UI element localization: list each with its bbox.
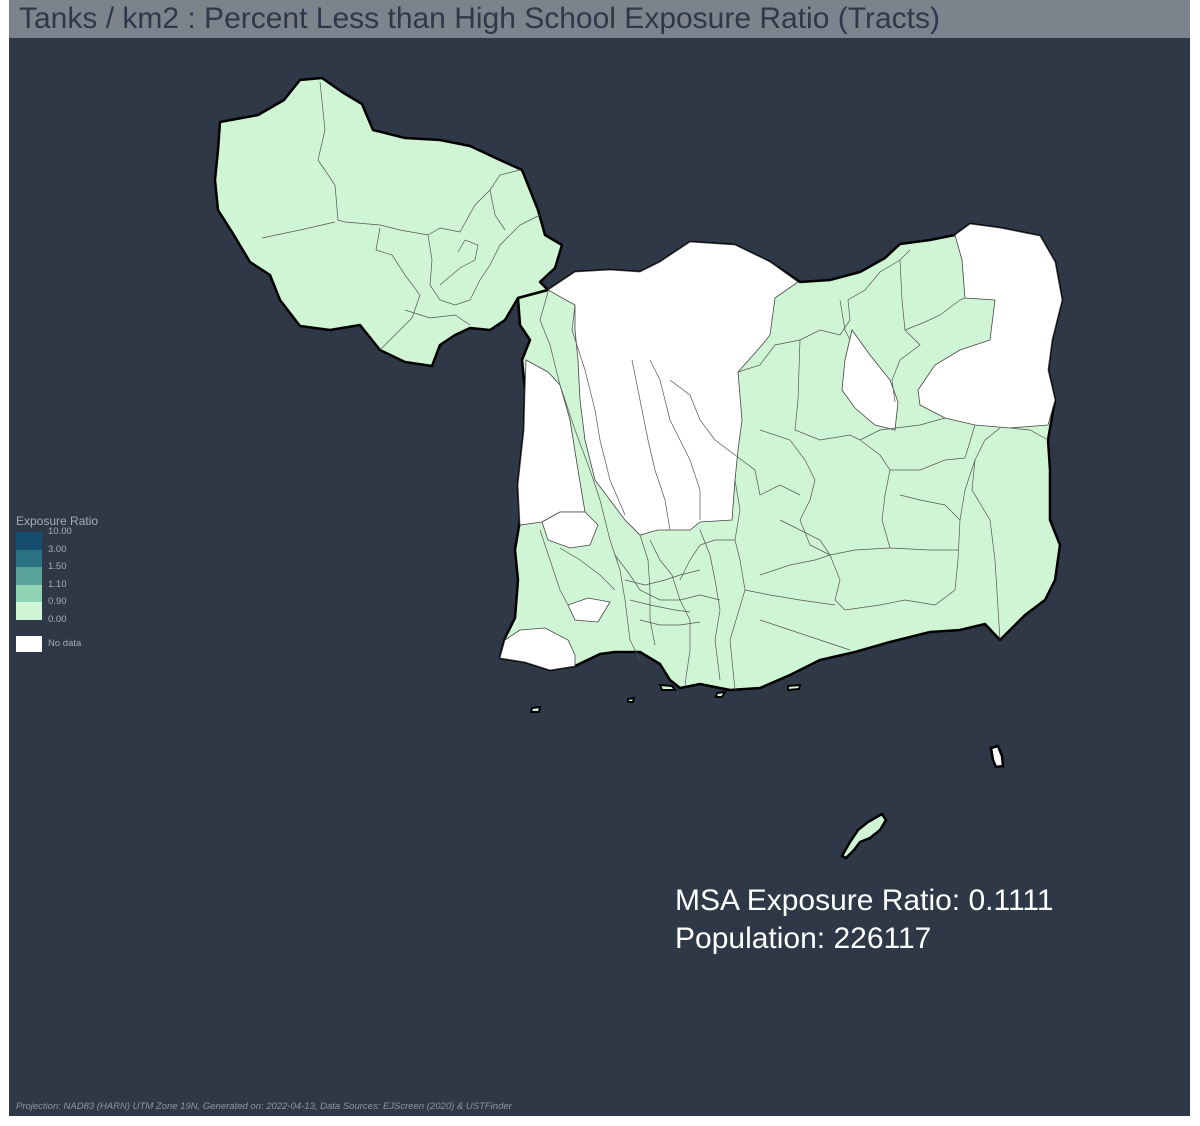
legend-swatch: [16, 602, 42, 620]
legend-swatch: [16, 532, 42, 550]
legend-swatch: [16, 584, 42, 602]
legend-label: 0.90: [48, 596, 67, 607]
island-south-1: [787, 683, 802, 692]
map-title: Tanks / km2 : Percent Less than High Sch…: [19, 2, 940, 35]
legend-label: 1.50: [48, 561, 67, 572]
legend-label-no-data: No data: [48, 637, 82, 649]
island-south-2: [714, 690, 727, 698]
population-count: Population: 226117: [675, 922, 932, 955]
legend-swatch: [16, 567, 42, 585]
msa-exposure-ratio: MSA Exposure Ratio: 0.1111: [675, 884, 1054, 917]
tract-region-northwest: [213, 76, 564, 368]
footer-credits: Projection: NAD83 (HARN) UTM Zone 19N, G…: [16, 1101, 512, 1112]
island-cay: [658, 683, 677, 691]
stats-annotation: MSA Exposure Ratio: 0.1111 Population: 2…: [675, 882, 1054, 958]
legend-label: 0.00: [48, 613, 67, 625]
island-caja-de-muertos: [840, 812, 888, 860]
legend-label: 3.00: [48, 543, 67, 555]
legend-label: 10.00: [48, 526, 72, 537]
legend-bottom-break: 0.00: [16, 614, 98, 626]
map-legend: Exposure Ratio 10.00 3.00 1.50 1.10 0.90…: [16, 514, 98, 652]
title-bar: Tanks / km2 : Percent Less than High Sch…: [9, 0, 1190, 38]
island-south-3: [529, 705, 542, 713]
island-south-4: [627, 696, 636, 703]
legend-swatch-no-data: [16, 635, 42, 652]
island-east-small: [989, 744, 1005, 769]
legend-no-data: No data: [16, 635, 98, 652]
legend-swatch: [16, 549, 42, 567]
legend-label: 1.10: [48, 578, 67, 590]
map-panel: Exposure Ratio 10.00 3.00 1.50 1.10 0.90…: [9, 38, 1190, 1116]
